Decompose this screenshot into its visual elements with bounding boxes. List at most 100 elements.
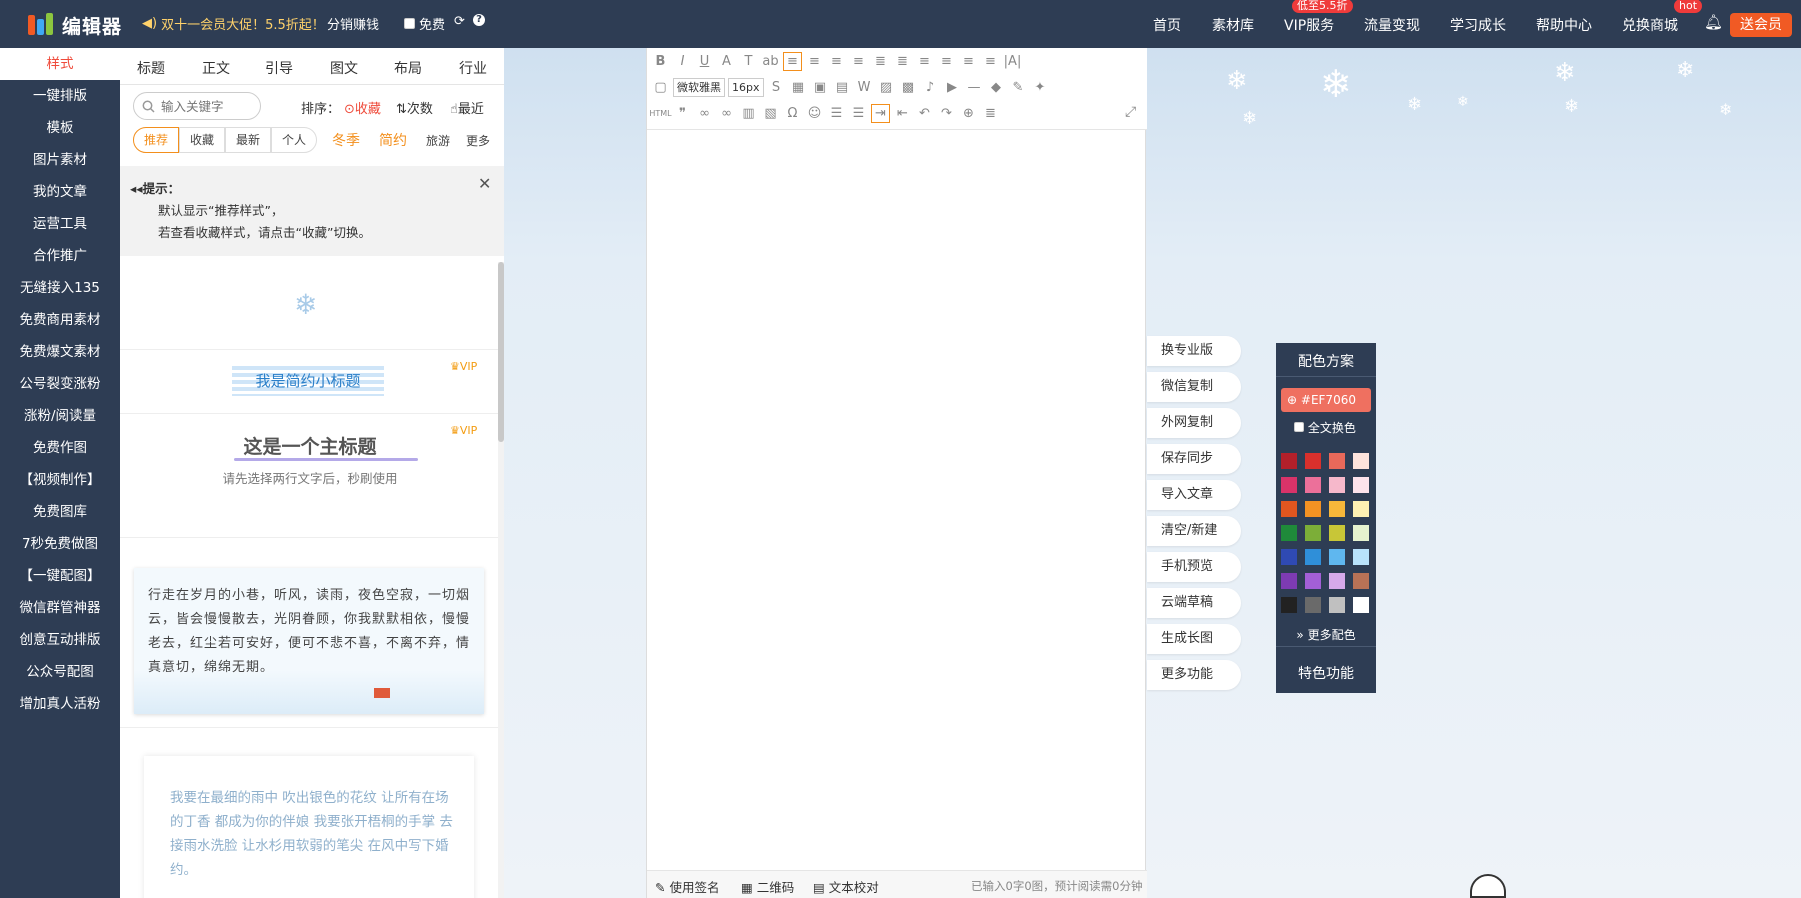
- tab-layout[interactable]: 布局: [394, 58, 422, 78]
- sort-count[interactable]: ⇅次数: [396, 98, 433, 117]
- template-item-poem-card[interactable]: 行走在岁月的小巷，听风，读雨，夜色空寂，一切烟云，皆会慢慢散去，光阴眷顾，你我默…: [120, 538, 500, 728]
- tab-body[interactable]: 正文: [202, 58, 230, 78]
- tag-travel[interactable]: 旅游: [426, 132, 450, 149]
- letter-spacing-icon[interactable]: |A|: [1003, 52, 1022, 71]
- free-checkbox[interactable]: [404, 18, 415, 29]
- video-icon[interactable]: ▶: [943, 78, 962, 97]
- color-swatch[interactable]: [1353, 477, 1369, 493]
- emoji-icon[interactable]: ☺: [805, 104, 824, 123]
- current-color[interactable]: ⊕ #EF7060: [1281, 388, 1371, 412]
- sidebar-item-oa-images[interactable]: 公众号配图: [0, 656, 120, 688]
- filter-recommend[interactable]: 推荐: [133, 127, 179, 153]
- sidebar-item-ops-tools[interactable]: 运营工具: [0, 208, 120, 240]
- nav-exchange-mall[interactable]: 兑换商城: [1622, 15, 1678, 35]
- color-swatch[interactable]: [1329, 597, 1345, 613]
- sidebar-item-one-click-image[interactable]: 【一键配图】: [0, 560, 120, 592]
- paragraph-format-icon[interactable]: ≣: [981, 104, 1000, 123]
- eraser-icon[interactable]: ◆: [987, 78, 1006, 97]
- cloud-draft-button[interactable]: 云端草稿: [1147, 588, 1241, 618]
- align-right-icon[interactable]: ≡: [827, 52, 846, 71]
- quote-icon[interactable]: ❞: [673, 104, 692, 123]
- list-indent-icon[interactable]: ≡: [981, 52, 1000, 71]
- color-swatch[interactable]: [1281, 597, 1297, 613]
- filter-favorites[interactable]: 收藏: [179, 127, 225, 153]
- sidebar-item-my-articles[interactable]: 我的文章: [0, 176, 120, 208]
- editor-content[interactable]: [647, 130, 1147, 870]
- color-swatch[interactable]: [1305, 477, 1321, 493]
- sidebar-item-interactive[interactable]: 创意互动排版: [0, 624, 120, 656]
- frame-icon[interactable]: ▧: [761, 104, 780, 123]
- sidebar-item-fission[interactable]: 公号裂变涨粉: [0, 368, 120, 400]
- nav-materials[interactable]: 素材库: [1212, 15, 1254, 35]
- undo-icon[interactable]: ↶: [915, 104, 934, 123]
- italic-icon[interactable]: I: [673, 52, 692, 71]
- color-swatch[interactable]: [1329, 453, 1345, 469]
- tag-more[interactable]: 更多: [466, 132, 490, 149]
- template-item-main-title[interactable]: 这是一个主标题 请先选择两行文字后，秒刷使用 ♛VIP: [120, 414, 500, 538]
- color-swatch[interactable]: [1329, 549, 1345, 565]
- align-justify-icon[interactable]: ≡: [849, 52, 868, 71]
- color-swatch[interactable]: [1353, 501, 1369, 517]
- color-swatch[interactable]: [1281, 525, 1297, 541]
- refresh-icon[interactable]: ⟳: [454, 14, 465, 29]
- more-colors-link[interactable]: » 更多配色: [1276, 626, 1376, 643]
- sidebar-item-wechat-group[interactable]: 微信群管神器: [0, 592, 120, 624]
- help-icon[interactable]: ?: [473, 14, 485, 26]
- bell-icon[interactable]: 🔔︎: [1704, 13, 1723, 31]
- sidebar-item-images[interactable]: 图片素材: [0, 144, 120, 176]
- align-center-icon[interactable]: ≡: [805, 52, 824, 71]
- filter-latest[interactable]: 最新: [225, 127, 271, 153]
- sidebar-item-7s-design[interactable]: 7秒免费做图: [0, 528, 120, 560]
- font-style-icon[interactable]: T: [739, 52, 758, 71]
- search-input[interactable]: [161, 98, 256, 114]
- tab-image-text[interactable]: 图文: [330, 58, 358, 78]
- link-icon[interactable]: ∞: [695, 104, 714, 123]
- color-swatch[interactable]: [1305, 573, 1321, 589]
- font-color-icon[interactable]: A: [717, 52, 736, 71]
- strikethrough-icon[interactable]: S: [767, 78, 786, 97]
- tab-title[interactable]: 标题: [137, 58, 165, 78]
- color-swatch[interactable]: [1281, 549, 1297, 565]
- direction-rtl-icon[interactable]: ⇤: [893, 104, 912, 123]
- more-functions-button[interactable]: 更多功能: [1147, 660, 1241, 690]
- sidebar-item-real-fans[interactable]: 增加真人活粉: [0, 688, 120, 720]
- save-sync-button[interactable]: 保存同步: [1147, 444, 1241, 474]
- unlink-icon[interactable]: ∞: [717, 104, 736, 123]
- sidebar-item-free-gallery[interactable]: 免费图库: [0, 496, 120, 528]
- all-change-toggle[interactable]: 全文换色: [1294, 419, 1356, 436]
- filter-personal[interactable]: 个人: [271, 127, 317, 153]
- bold-icon[interactable]: B: [651, 52, 670, 71]
- free-toggle[interactable]: 免费: [404, 14, 445, 33]
- nav-vip[interactable]: VIP服务: [1284, 15, 1334, 35]
- sidebar-item-video[interactable]: 【视频制作】: [0, 464, 120, 496]
- color-swatch[interactable]: [1329, 525, 1345, 541]
- color-swatch[interactable]: [1329, 573, 1345, 589]
- clear-new-button[interactable]: 清空/新建: [1147, 516, 1241, 546]
- sidebar-item-viral-materials[interactable]: 免费爆文素材: [0, 336, 120, 368]
- nav-help-center[interactable]: 帮助中心: [1536, 15, 1592, 35]
- tab-industry[interactable]: 行业: [459, 58, 487, 78]
- long-image-button[interactable]: 生成长图: [1147, 624, 1241, 654]
- qrcode-button[interactable]: ▦ 二维码: [741, 877, 794, 896]
- unordered-list-icon[interactable]: ☰: [849, 104, 868, 123]
- nav-monetize[interactable]: 流量变现: [1364, 15, 1420, 35]
- color-swatch[interactable]: [1305, 501, 1321, 517]
- sidebar-item-partnership[interactable]: 合作推广: [0, 240, 120, 272]
- outdent-icon[interactable]: ≣: [893, 52, 912, 71]
- promo-link[interactable]: ◀) 双十一会员大促！5.5折起！: [142, 14, 325, 33]
- all-change-checkbox[interactable]: [1294, 422, 1304, 432]
- sidebar-item-integration[interactable]: 无缝接入135: [0, 272, 120, 304]
- table-icon[interactable]: ▦: [789, 78, 808, 97]
- switch-pro-button[interactable]: 换专业版: [1147, 336, 1241, 366]
- signature-button[interactable]: ✎ 使用签名: [655, 877, 719, 896]
- template-item-rain-poem[interactable]: 我要在最细的雨中 吹出银色的花纹 让所有在场的丁香 都成为你的伴娘 我要张开梧桐…: [120, 728, 500, 898]
- sort-favorites[interactable]: ⊙收藏: [344, 98, 381, 117]
- wechat-copy-button[interactable]: 微信复制: [1147, 372, 1241, 402]
- color-swatch[interactable]: [1305, 597, 1321, 613]
- zoom-icon[interactable]: ⊕: [959, 104, 978, 123]
- sort-recent[interactable]: ☝最近: [450, 98, 484, 117]
- multi-image-icon[interactable]: ▤: [833, 78, 852, 97]
- tab-guide[interactable]: 引导: [265, 58, 293, 78]
- indent-icon[interactable]: ≣: [871, 52, 890, 71]
- font-size-select[interactable]: 16px: [728, 77, 764, 97]
